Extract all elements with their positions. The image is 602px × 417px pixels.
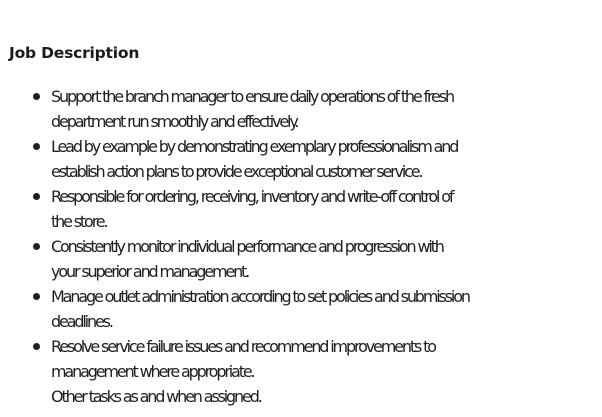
list-item-text: management where appropriate. — [51, 362, 256, 381]
list-item: Support the branch manager to ensure dai… — [0, 84, 602, 134]
list-item-text: Responsible for ordering, receiving, inv… — [51, 187, 455, 206]
list-item-text: the store. — [51, 212, 109, 231]
list-item: Responsible for ordering, receiving, inv… — [0, 184, 602, 234]
bullet-icon — [33, 193, 40, 200]
list-item-text: department run smoothly and effectively. — [51, 112, 299, 131]
section-title: Job Description — [9, 44, 140, 62]
list-item: Consistently monitor individual performa… — [0, 234, 602, 284]
list-item-text: deadlines. — [51, 312, 114, 331]
bullet-icon — [33, 143, 40, 150]
list-item: Manage outlet administration according t… — [0, 284, 602, 334]
list-item: Lead by example by demonstrating exempla… — [0, 134, 602, 184]
list-item-text: Support the branch manager to ensure dai… — [51, 87, 455, 106]
list-item-text: your superior and management. — [51, 262, 250, 281]
list-item-text: Other tasks as and when assigned. — [51, 387, 263, 406]
job-description-section: Job Description Support the branch manag… — [0, 0, 602, 417]
list-item: Resolve service failure issues and recom… — [0, 334, 602, 409]
bullet-icon — [33, 293, 40, 300]
bullet-icon — [33, 243, 40, 250]
list-item-text: Lead by example by demonstrating exempla… — [51, 137, 459, 156]
list-item-text: Consistently monitor individual performa… — [51, 237, 445, 256]
list-item-text: Manage outlet administration according t… — [51, 287, 471, 306]
bullet-icon — [33, 343, 40, 350]
list-item-text: establish action plans to provide except… — [51, 162, 424, 181]
list-item-text: Resolve service failure issues and recom… — [51, 337, 437, 356]
bullet-icon — [33, 93, 40, 100]
duty-list: Support the branch manager to ensure dai… — [0, 84, 602, 409]
